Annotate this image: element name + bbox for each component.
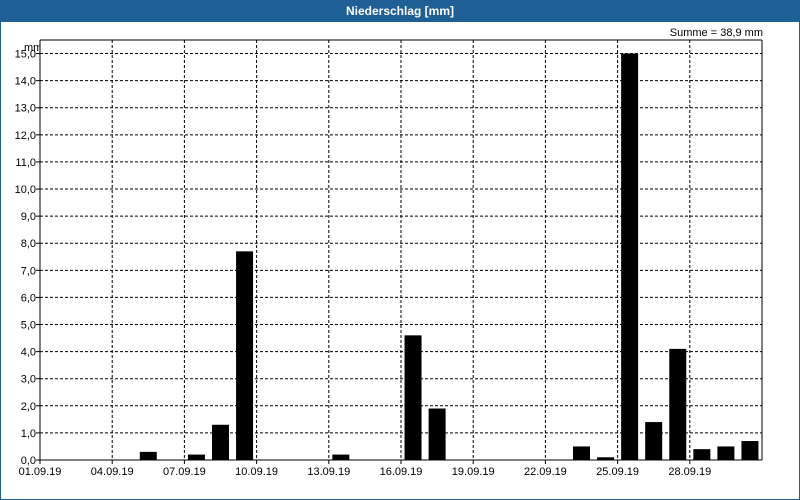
bar [139,451,157,460]
y-tick-label: 10,0 [15,184,36,196]
bar [332,454,350,460]
bar [645,422,663,460]
y-tick-label: 1,0 [21,428,36,440]
x-tick-label: 01.09.19 [19,466,62,478]
x-tick-label: 10.09.19 [235,466,278,478]
y-tick-label: 12,0 [15,130,36,142]
bar [741,441,759,460]
x-tick-label: 19.09.19 [452,466,495,478]
bar [187,454,205,460]
x-tick-label: 13.09.19 [307,466,350,478]
y-tick-label: 15,0 [15,49,36,61]
bar [573,446,590,460]
x-tick-label: 07.09.19 [163,466,206,478]
bar [404,335,422,460]
precipitation-bar-chart: 0,01,02,03,04,05,06,07,08,09,010,011,012… [15,39,763,478]
y-tick-label: 13,0 [15,103,36,115]
y-tick-label: 14,0 [15,76,36,88]
y-tick-label: 5,0 [21,320,36,332]
x-tick-label: 28.09.19 [668,466,711,478]
x-tick-label: 25.09.19 [596,466,639,478]
y-tick-label: 11,0 [15,157,36,169]
x-tick-label: 22.09.19 [524,466,567,478]
y-tick-label: 8,0 [21,238,36,250]
bar [693,449,711,460]
bar [428,408,446,460]
bar [669,348,687,460]
bar [236,251,254,460]
y-tick-label: 7,0 [21,265,36,277]
y-tick-label: 2,0 [21,401,36,413]
y-tick-label: 4,0 [21,347,36,359]
bar [717,446,735,460]
y-tick-label: 9,0 [21,211,36,223]
y-tick-label: 6,0 [21,292,36,304]
bar [621,53,639,460]
x-tick-label: 04.09.19 [91,466,134,478]
x-tick-label: 16.09.19 [380,466,423,478]
bar [212,424,229,460]
y-tick-label: 3,0 [21,374,36,386]
